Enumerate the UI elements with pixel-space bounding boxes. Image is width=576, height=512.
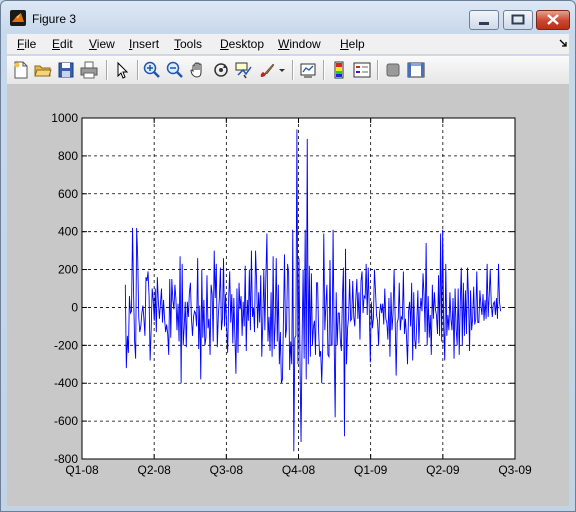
- y-tick-label: 200: [58, 263, 78, 277]
- menu-file[interactable]: File: [17, 37, 36, 51]
- x-tick-label: Q4-08: [282, 463, 316, 477]
- zoom-out-icon[interactable]: [166, 61, 184, 79]
- menu-bar: File Edit View Insert Tools Desktop Wind…: [7, 34, 569, 54]
- y-tick-label: 600: [58, 187, 78, 201]
- print-icon[interactable]: [80, 61, 98, 79]
- figure-canvas: -800 -600 -400 -200 0 200 400 600 800 1000 Q1-08 Q2…: [7, 84, 569, 506]
- toolbar-separator: [323, 60, 325, 80]
- menu-insert[interactable]: Insert: [129, 37, 159, 51]
- matlab-logo-icon: [10, 10, 26, 26]
- hide-plot-tools-icon[interactable]: [384, 61, 402, 79]
- legend-icon[interactable]: [353, 61, 371, 79]
- rotate-3d-icon[interactable]: [212, 61, 230, 79]
- zoom-in-icon[interactable]: [143, 61, 161, 79]
- y-tick-label: -600: [54, 414, 78, 428]
- y-tick-label: 400: [58, 225, 78, 239]
- toolbar-separator: [137, 60, 139, 80]
- maximize-button[interactable]: [503, 10, 533, 30]
- figure-toolbar: [7, 55, 569, 85]
- y-tick-label: -400: [54, 376, 78, 390]
- minimize-button[interactable]: [469, 10, 499, 30]
- colorbar-icon[interactable]: [330, 61, 348, 79]
- dock-arrow-icon[interactable]: [559, 39, 567, 47]
- toolbar-separator: [292, 60, 294, 80]
- x-tick-label: Q1-09: [354, 463, 388, 477]
- edit-plot-arrow-icon[interactable]: [113, 61, 131, 79]
- y-tick-label: 0: [71, 300, 78, 314]
- new-figure-icon[interactable]: [12, 61, 30, 79]
- toolbar-separator: [377, 60, 379, 80]
- brush-icon[interactable]: [258, 61, 276, 79]
- close-icon: [547, 14, 559, 25]
- menu-window[interactable]: Window: [278, 37, 321, 51]
- menu-help[interactable]: Help: [340, 37, 365, 51]
- brush-dropdown-icon[interactable]: [277, 61, 287, 79]
- menu-edit[interactable]: Edit: [52, 37, 73, 51]
- title-bar[interactable]: Figure 3: [1, 1, 575, 33]
- window-title: Figure 3: [32, 12, 77, 26]
- x-tick-label: Q2-09: [426, 463, 460, 477]
- toolbar-separator: [106, 60, 108, 80]
- save-icon[interactable]: [57, 61, 75, 79]
- figure-window: Figure 3 File Edit View Insert Tools Des…: [0, 0, 576, 512]
- menu-desktop[interactable]: Desktop: [220, 37, 264, 51]
- link-plot-icon[interactable]: [299, 61, 317, 79]
- maximize-icon: [511, 14, 525, 25]
- show-plot-tools-icon[interactable]: [407, 61, 425, 79]
- y-tick-label: 1000: [51, 111, 78, 125]
- close-button[interactable]: [536, 10, 570, 30]
- x-tick-label: Q3-08: [210, 463, 244, 477]
- plot-area[interactable]: -800-600-400-20002004006008001000Q1-08 Q2…: [7, 84, 569, 506]
- minimize-icon: [479, 22, 489, 25]
- x-tick-label: Q2-08: [137, 463, 171, 477]
- open-file-icon[interactable]: [34, 61, 52, 79]
- x-tick-label: Q3-09: [498, 463, 532, 477]
- menu-tools[interactable]: Tools: [174, 37, 202, 51]
- pan-hand-icon[interactable]: [189, 61, 207, 79]
- x-tick-label: Q1-08: [65, 463, 99, 477]
- data-cursor-icon[interactable]: [235, 61, 253, 79]
- menu-view[interactable]: View: [89, 37, 115, 51]
- y-tick-label: 800: [58, 149, 78, 163]
- y-tick-label: -200: [54, 338, 78, 352]
